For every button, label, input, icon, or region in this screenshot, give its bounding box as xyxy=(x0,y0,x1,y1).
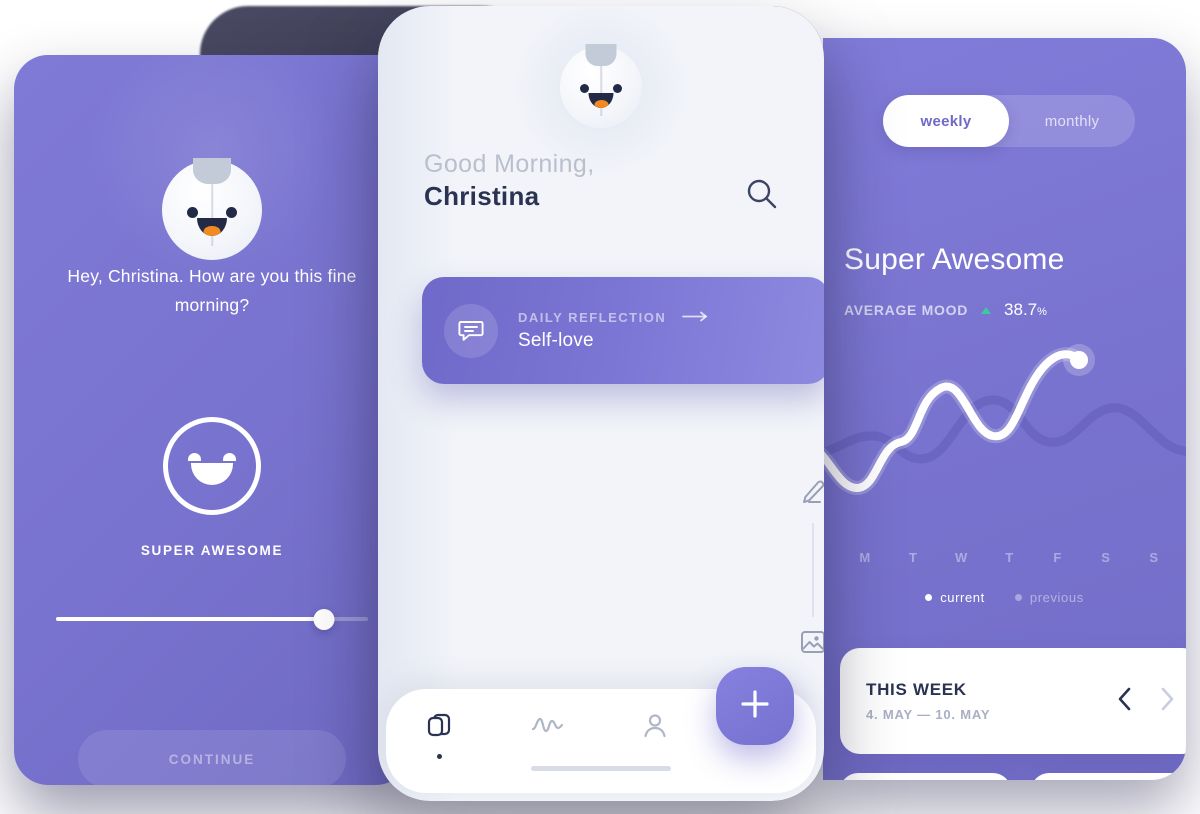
rail-connector xyxy=(812,523,814,617)
mood-line-chart xyxy=(823,338,1186,538)
left-mood-label: SUPER AWESOME xyxy=(140,543,284,558)
toggle-option-monthly[interactable]: monthly xyxy=(1009,95,1135,147)
right-page-title: Super Awesome xyxy=(844,243,1065,276)
chevron-right-icon[interactable] xyxy=(1160,686,1176,717)
home-indicator xyxy=(531,766,671,771)
continue-button-label: CONTINUE xyxy=(168,751,256,767)
plus-icon xyxy=(738,687,772,726)
day-label: T xyxy=(1005,550,1014,565)
this-week-range: 4. MAY — 10. MAY xyxy=(866,707,991,722)
toggle-monthly-label: monthly xyxy=(1044,112,1100,130)
greeting-line-2: Christina xyxy=(424,181,540,211)
cards-icon xyxy=(425,711,455,746)
nav-active-indicator xyxy=(437,754,443,759)
day-label: S xyxy=(1149,550,1159,565)
stat-card-right[interactable] xyxy=(1031,773,1186,780)
slider-knob[interactable] xyxy=(313,609,335,630)
left-phone-screen: Hey, Christina. How are you this fine mo… xyxy=(14,55,410,785)
center-phone-screen: Good Morning, Christina DAILY REFLECTION… xyxy=(378,6,824,801)
greeting-line-1: Good Morning, xyxy=(424,150,595,178)
period-toggle[interactable]: weekly monthly xyxy=(883,95,1135,147)
screen-edge-tint xyxy=(378,6,458,801)
left-greeting-text: Hey, Christina. How are you this fine mo… xyxy=(67,266,357,315)
center-greeting: Good Morning, Christina xyxy=(424,150,595,212)
legend-label-previous: previous xyxy=(1029,590,1084,605)
slider-fill xyxy=(56,617,325,621)
chevron-left-icon[interactable] xyxy=(1116,686,1132,717)
add-entry-button[interactable] xyxy=(716,667,794,745)
legend-bullet-current xyxy=(925,594,933,601)
timeline-rail xyxy=(798,478,824,662)
this-week-title: THIS WEEK xyxy=(866,680,967,699)
stat-card-left[interactable] xyxy=(840,773,1011,780)
arrow-right-icon xyxy=(682,310,710,325)
right-phone-screen: weekly monthly Super Awesome AVERAGE MOO… xyxy=(823,38,1186,780)
day-label: M xyxy=(859,550,871,565)
average-mood-value: 38.7% xyxy=(1004,300,1047,319)
mascot-avatar-icon xyxy=(162,158,262,260)
nav-item-entries[interactable] xyxy=(386,711,494,759)
day-label: S xyxy=(1101,550,1111,565)
reflection-title: Self-love xyxy=(518,329,594,351)
left-phone-mood-entry: Hey, Christina. How are you this fine mo… xyxy=(14,55,410,785)
image-icon[interactable] xyxy=(798,631,824,661)
stat-card-row xyxy=(840,773,1186,780)
day-label: W xyxy=(954,550,968,565)
trend-up-icon xyxy=(981,306,992,314)
smiley-face-icon xyxy=(163,417,261,515)
legend-label-current: current xyxy=(940,590,985,605)
mood-slider[interactable] xyxy=(56,609,368,630)
continue-button[interactable]: CONTINUE xyxy=(78,730,346,785)
chart-day-labels: M T W T F S S xyxy=(841,550,1178,565)
chart-line-current xyxy=(823,350,1083,493)
this-week-card: THIS WEEK 4. MAY — 10. MAY xyxy=(840,648,1186,754)
speech-bubble-icon xyxy=(444,303,498,358)
center-phone-home: Good Morning, Christina DAILY REFLECTION… xyxy=(378,6,824,801)
legend-item-current: current xyxy=(925,590,985,605)
toggle-option-weekly[interactable]: weekly xyxy=(883,95,1009,147)
pencil-icon[interactable] xyxy=(798,480,824,512)
average-mood-label: AVERAGE MOOD xyxy=(844,302,969,318)
activity-wave-icon xyxy=(530,711,564,746)
legend-bullet-previous xyxy=(1014,594,1022,601)
reflection-kicker: DAILY REFLECTION xyxy=(518,309,667,325)
screenshot-stage: Hey, Christina. How are you this fine mo… xyxy=(0,0,1200,814)
toggle-weekly-label: weekly xyxy=(920,112,972,130)
chart-point-highlight xyxy=(1070,351,1088,369)
profile-icon xyxy=(640,711,670,746)
chart-legend: current previous xyxy=(823,590,1186,605)
legend-item-previous: previous xyxy=(1014,590,1084,605)
bottom-navigation-bar xyxy=(386,667,816,793)
mascot-avatar-icon xyxy=(560,44,642,128)
day-label: T xyxy=(908,550,918,565)
search-icon[interactable] xyxy=(744,176,780,212)
average-mood-row: AVERAGE MOOD 38.7% xyxy=(844,300,1047,320)
nav-item-profile[interactable] xyxy=(601,711,709,759)
daily-reflection-card[interactable]: DAILY REFLECTION Self-love xyxy=(422,277,824,384)
right-phone-statistics: weekly monthly Super Awesome AVERAGE MOO… xyxy=(823,38,1186,780)
day-label: F xyxy=(1053,550,1062,565)
nav-item-activity[interactable] xyxy=(494,711,602,759)
